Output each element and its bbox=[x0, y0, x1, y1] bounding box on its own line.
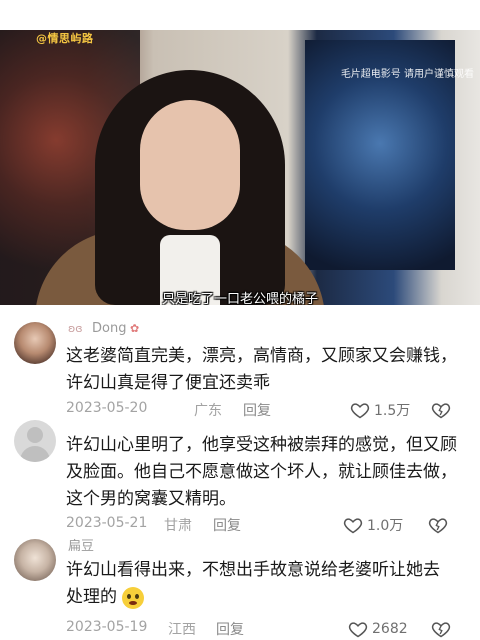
video-frame[interactable]: 毛片超电影号 请用户谨慎观看 只是吃了一口老公喂的橘子 bbox=[0, 30, 480, 305]
comment-meta: 2023-05-19 江西 回复 2682 bbox=[66, 619, 466, 640]
username-prefix-icon: ʚɞ bbox=[68, 322, 83, 335]
reply-button[interactable]: 回复 bbox=[216, 619, 244, 639]
dislike-heart-icon[interactable] bbox=[431, 619, 451, 639]
comment-text: 这老婆简直完美，漂亮，高情商，又顾家又会赚钱，许幻山真是得了便宜还卖乖 bbox=[66, 346, 457, 393]
comment-username[interactable]: 扁豆 bbox=[68, 535, 94, 554]
comment-location: 广东 bbox=[194, 403, 222, 419]
like-button[interactable]: 2682 bbox=[348, 619, 408, 639]
dislike-heart-icon[interactable] bbox=[428, 515, 448, 535]
like-button[interactable]: 1.5万 bbox=[350, 400, 410, 420]
top-strip bbox=[0, 0, 480, 30]
reply-button[interactable]: 回复 bbox=[243, 400, 271, 420]
comment-location: 甘肃 bbox=[164, 518, 192, 534]
heart-icon bbox=[343, 518, 363, 534]
heart-icon bbox=[348, 622, 368, 638]
heart-icon bbox=[350, 403, 370, 419]
like-count: 1.5万 bbox=[374, 403, 411, 419]
comment-date: 2023-05-19 bbox=[66, 619, 148, 635]
like-count: 1.0万 bbox=[367, 518, 404, 534]
username-suffix-icon: ✿ bbox=[130, 322, 140, 335]
comment-item: Dong ʚɞ ✿ 这老婆简直完美，漂亮，高情商，又顾家又会赚钱，许幻山真是得了… bbox=[0, 305, 480, 420]
dislike-heart-icon[interactable] bbox=[431, 400, 451, 420]
comment-location: 江西 bbox=[168, 622, 196, 638]
account-watermark: @情思屿路 bbox=[36, 32, 94, 45]
shy-face-emoji-icon bbox=[122, 587, 144, 609]
reply-button[interactable]: 回复 bbox=[213, 515, 241, 535]
avatar[interactable] bbox=[14, 420, 56, 462]
comment-text: 许幻山心里明了，他享受这种被崇拜的感觉，但又顾及脸面。他自己不愿意做这个坏人，就… bbox=[66, 435, 457, 509]
like-count: 2682 bbox=[372, 621, 408, 637]
comment-item: 扁豆 许幻山看得出来，不想出手故意说给老婆听让她去处理的 2023-05-19 … bbox=[0, 533, 480, 640]
video-top-caption: 毛片超电影号 请用户谨慎观看 bbox=[340, 69, 474, 80]
video-subtitle: 只是吃了一口老公喂的橘子 bbox=[161, 292, 318, 305]
comment-date: 2023-05-21 bbox=[66, 515, 148, 531]
comment-list: Dong ʚɞ ✿ 这老婆简直完美，漂亮，高情商，又顾家又会赚钱，许幻山真是得了… bbox=[0, 305, 480, 640]
person-face bbox=[140, 100, 240, 230]
comment-date: 2023-05-20 bbox=[66, 400, 148, 416]
avatar[interactable] bbox=[14, 322, 56, 364]
comment-meta: 2023-05-20 广东 回复 1.5万 bbox=[66, 400, 466, 422]
comment-username[interactable]: Dong bbox=[92, 321, 126, 336]
comment-item: 许幻山心里明了，他享受这种被崇拜的感觉，但又顾及脸面。他自己不愿意做这个坏人，就… bbox=[0, 420, 480, 535]
like-button[interactable]: 1.0万 bbox=[343, 515, 403, 535]
avatar[interactable] bbox=[14, 539, 56, 581]
